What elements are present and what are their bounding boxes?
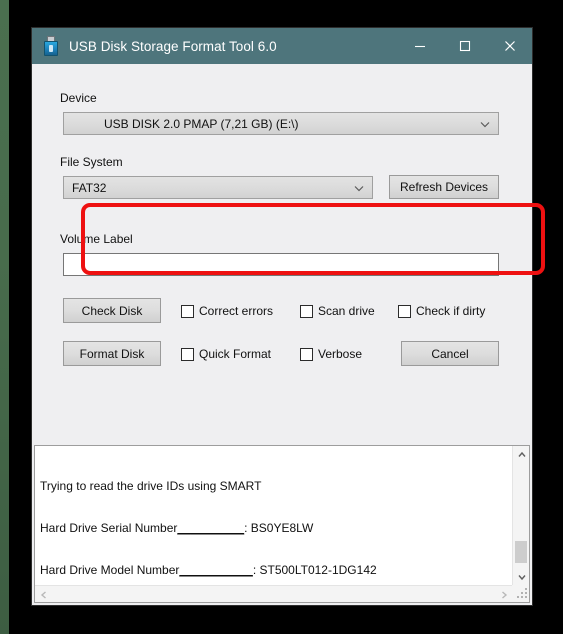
file-system-label: File System <box>60 155 123 169</box>
minimize-icon <box>414 45 425 48</box>
scroll-down-button[interactable] <box>513 568 530 585</box>
checkbox-box <box>300 304 313 318</box>
file-system-combobox[interactable]: FAT32 <box>63 176 373 199</box>
check-disk-button[interactable]: Check Disk <box>63 298 161 323</box>
usb-flash-drive-icon <box>42 36 60 56</box>
screen: USB Disk Storage Format Tool 6.0 Device … <box>0 0 563 634</box>
scroll-right-button[interactable] <box>495 586 512 603</box>
log-line-3-value: ST500LT012-1DG142 <box>259 563 377 577</box>
maximize-icon <box>459 40 470 52</box>
window-controls <box>397 28 532 64</box>
format-disk-button[interactable]: Format Disk <box>63 341 161 366</box>
file-system-selected-value: FAT32 <box>72 180 107 195</box>
log-output[interactable]: Trying to read the drive IDs using SMART… <box>40 451 509 582</box>
window-title: USB Disk Storage Format Tool 6.0 <box>69 38 277 54</box>
chevron-up-icon <box>517 451 526 457</box>
usb-format-tool-window: USB Disk Storage Format Tool 6.0 Device … <box>32 28 545 605</box>
log-line-3-label: Hard Drive Model Number <box>40 563 180 577</box>
refresh-devices-button[interactable]: Refresh Devices <box>389 175 499 199</box>
device-label: Device <box>60 91 97 105</box>
desktop-background-strip <box>0 0 9 634</box>
checkbox-label: Correct errors <box>199 304 274 318</box>
chevron-left-icon <box>40 590 46 599</box>
checkbox-label: Verbose <box>318 347 363 361</box>
checkbox-label: Scan drive <box>318 304 375 318</box>
window-client-area: Device USB DISK 2.0 PMAP (7,21 GB) (E:\)… <box>32 64 545 605</box>
log-line-2-rule: __________ <box>177 521 245 535</box>
log-line-3-rule: ___________ <box>179 563 253 577</box>
checkbox-label: Quick Format <box>199 347 272 361</box>
device-combobox[interactable]: USB DISK 2.0 PMAP (7,21 GB) (E:\) <box>63 112 499 135</box>
checkbox-box <box>398 304 411 318</box>
resize-grip[interactable] <box>512 585 529 602</box>
volume-label-label: Volume Label <box>60 232 133 246</box>
vertical-scrollbar[interactable] <box>512 446 529 585</box>
chevron-right-icon <box>501 590 507 599</box>
checkbox-quick-format[interactable]: Quick Format <box>181 347 271 361</box>
scroll-up-button[interactable] <box>513 446 530 463</box>
log-line-2-label: Hard Drive Serial Number <box>40 521 178 535</box>
log-line-2-separator: : <box>244 521 251 535</box>
checkbox-label: Check if dirty <box>416 304 486 318</box>
log-line-3: Hard Drive Model Number___________: ST50… <box>40 563 509 577</box>
close-icon <box>504 41 515 51</box>
checkbox-correct-errors[interactable]: Correct errors <box>181 304 273 318</box>
log-line-2-value: BS0YE8LW <box>250 521 314 535</box>
horizontal-scrollbar[interactable] <box>35 585 512 602</box>
checkbox-box <box>181 347 194 361</box>
cancel-button[interactable]: Cancel <box>401 341 499 366</box>
device-selected-value: USB DISK 2.0 PMAP (7,21 GB) (E:\) <box>104 116 299 131</box>
checkbox-box <box>181 304 194 318</box>
maximize-button[interactable] <box>442 28 487 64</box>
checkbox-box <box>300 347 313 361</box>
window-titlebar[interactable]: USB Disk Storage Format Tool 6.0 <box>32 28 532 64</box>
scroll-left-button[interactable] <box>35 586 52 603</box>
chevron-down-icon <box>354 185 364 191</box>
volume-label-input[interactable] <box>63 253 499 276</box>
log-line-1: Trying to read the drive IDs using SMART <box>40 479 262 493</box>
close-button[interactable] <box>487 28 532 64</box>
chevron-down-icon <box>480 121 490 127</box>
log-panel: Trying to read the drive IDs using SMART… <box>34 445 530 603</box>
checkbox-verbose[interactable]: Verbose <box>300 347 362 361</box>
log-line-2: Hard Drive Serial Number__________: BS0Y… <box>40 521 509 535</box>
minimize-button[interactable] <box>397 28 442 64</box>
vertical-scrollbar-thumb[interactable] <box>515 541 527 563</box>
checkbox-check-if-dirty[interactable]: Check if dirty <box>398 304 485 318</box>
chevron-down-icon <box>517 574 526 580</box>
checkbox-scan-drive[interactable]: Scan drive <box>300 304 375 318</box>
